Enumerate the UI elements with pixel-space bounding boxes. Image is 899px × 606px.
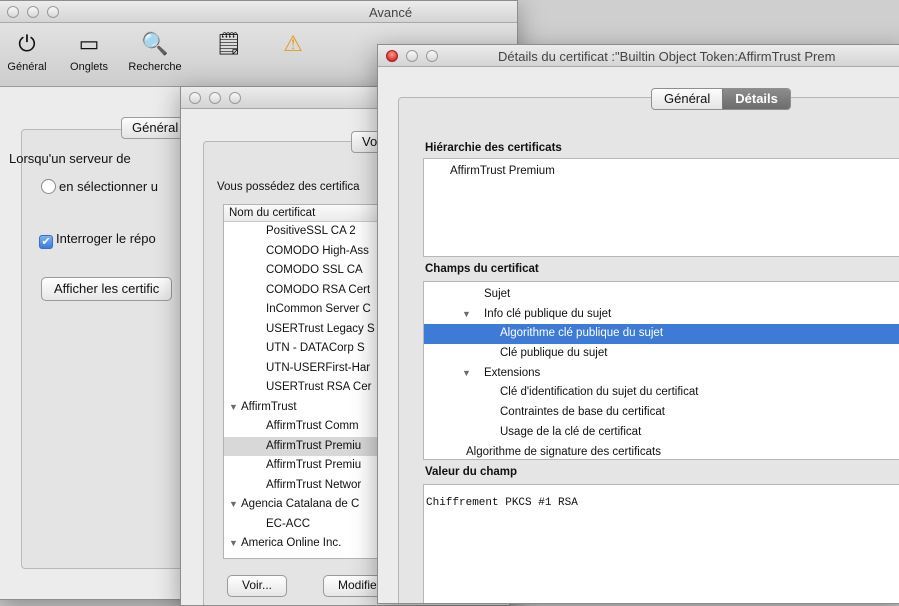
certificate-name: USERTrust RSA Cer [266,381,372,393]
switch-icon: ⏻ [18,31,36,56]
toolbar-tabs[interactable]: ▭ Onglets [57,27,121,73]
close-button[interactable] [189,92,201,104]
window-title: Détails du certificat :"Builtin Object T… [498,49,836,64]
certificate-field-name: Algorithme clé publique du sujet [500,327,664,340]
checkbox-label: Interroger le répo [56,231,156,246]
certificate-field-name: Info clé publique du sujet [484,307,612,320]
disclosure-triangle-icon[interactable]: ▼ [229,495,241,515]
pane-tab-general[interactable]: Général [121,117,190,139]
certificate-field-name: Clé d'identification du sujet du certifi… [500,386,699,399]
zoom-button[interactable] [47,6,59,18]
value-box[interactable]: Chiffrement PKCS #1 RSA [423,484,899,603]
hierarchy-box[interactable]: AffirmTrust Premium [423,158,899,257]
certificate-field-name: Usage de la clé de certificat [500,425,642,438]
radio-icon [41,179,56,194]
toolbar-search[interactable]: 🔍 Recherche [123,27,187,73]
fields-box[interactable]: Sujet ▼ Info clé publique du sujet Algorith… [423,281,899,460]
details-tabs: Général Détails [651,88,791,110]
certificate-field-row[interactable]: Clé d'identification du sujet du certifi… [424,383,899,403]
window-title: Avancé [369,5,413,20]
certificate-field-row[interactable]: Algorithme de signature des certificats [424,443,899,463]
checkbox-query[interactable]: ✔ Interroger le répo [39,231,156,249]
certificate-field-name: Algorithme de signature des certificats [466,445,661,458]
certificate-name: COMODO High-Ass [266,244,369,257]
fields-title: Champs du certificat [425,263,539,275]
toolbar-general[interactable]: ⏻ Général [0,27,59,73]
intro-text: Vous possédez des certifica [217,181,360,193]
toolbar-security[interactable]: ⚠ [261,27,325,61]
toolbar-label: Onglets [70,61,108,73]
certificate-field-row[interactable]: Contraintes de base du certificat [424,403,899,423]
certificate-name: USERTrust Legacy S [266,322,375,335]
certificate-name: UTN - DATACorp S [266,342,365,354]
certificate-name: COMODO RSA Cert [266,283,371,296]
certificate-name: InCommon Server C [266,303,371,315]
tabs-icon: ▭ [78,31,100,56]
certificate-field-name: Clé publique du sujet [500,347,608,360]
certificate-name: UTN-USERFirst-Har [266,361,371,374]
certificate-field-name: Sujet [484,288,511,300]
disclosure-triangle-icon[interactable]: ▼ [462,305,484,325]
minimize-button[interactable] [27,6,39,18]
field-rows: Sujet ▼ Info clé publique du sujet Algorith… [424,285,899,462]
certificate-name: AffirmTrust Networ [266,478,362,491]
certificate-name: Agencia Catalana de C [241,498,360,510]
hierarchy-item[interactable]: AffirmTrust Premium [424,159,899,177]
show-certificates-button[interactable]: Afficher les certific [41,277,173,301]
certificate-field-row[interactable]: ▼ Info clé publique du sujet [424,305,899,325]
view-button[interactable]: Voir... [227,575,288,597]
certificate-field-row[interactable]: Sujet [424,285,899,305]
minimize-button[interactable] [406,50,418,62]
certificate-field-row[interactable]: ▼ Extensions [424,364,899,384]
certificate-field-row[interactable]: Clé publique du sujet [424,344,899,364]
tab-details[interactable]: Détails [722,89,790,109]
zoom-button[interactable] [229,92,241,104]
toolbar-label: Recherche [128,61,182,73]
toolbar-label: Général [7,61,47,73]
disclosure-triangle-icon[interactable]: ▼ [229,534,241,554]
server-text: Lorsqu'un serveur de [9,151,131,166]
warning-icon: ⚠ [283,31,303,56]
certificate-name: COMODO SSL CA [266,264,363,276]
zoom-button[interactable] [426,50,438,62]
disclosure-triangle-icon[interactable]: ▼ [462,364,484,384]
certificate-name: EC-ACC [266,517,311,530]
certificate-field-name: Extensions [484,366,541,379]
certificate-name: America Online Inc. [241,537,342,549]
certificate-name: AffirmTrust [241,400,297,413]
document-icon: 🗒 [215,31,243,56]
toolbar-content[interactable]: 🗒 [197,27,261,61]
details-titlebar: Détails du certificat :"Builtin Object T… [378,45,899,67]
minimize-button[interactable] [209,92,221,104]
close-button[interactable] [386,50,398,62]
radio-label: en sélectionner u [59,179,159,194]
certificate-name: AffirmTrust Comm [266,420,359,432]
certificate-field-row[interactable]: Usage de la clé de certificat [424,423,899,443]
certificate-field-row[interactable]: Algorithme clé publique du sujet [424,324,899,345]
certificate-name: AffirmTrust Premiu [266,459,362,471]
value-title: Valeur du champ [425,466,518,478]
checkmark-icon: ✔ [39,235,53,249]
preferences-titlebar: Avancé [0,1,517,23]
certificate-name: AffirmTrust Premiu [266,439,362,452]
certificate-name: PositiveSSL CA 2 [266,225,356,237]
disclosure-triangle-icon[interactable]: ▼ [229,398,241,418]
radio-select-auto[interactable]: en sélectionner u [41,179,158,194]
field-value-text: Chiffrement PKCS #1 RSA [426,497,578,509]
magnifier-icon: 🔍 [141,31,169,56]
hierarchy-title: Hiérarchie des certificats [425,142,562,154]
certificate-field-name: Contraintes de base du certificat [500,406,665,419]
certificate-details-window: Détails du certificat :"Builtin Object T… [377,44,899,604]
tab-general[interactable]: Général [652,89,723,109]
close-button[interactable] [7,6,19,18]
